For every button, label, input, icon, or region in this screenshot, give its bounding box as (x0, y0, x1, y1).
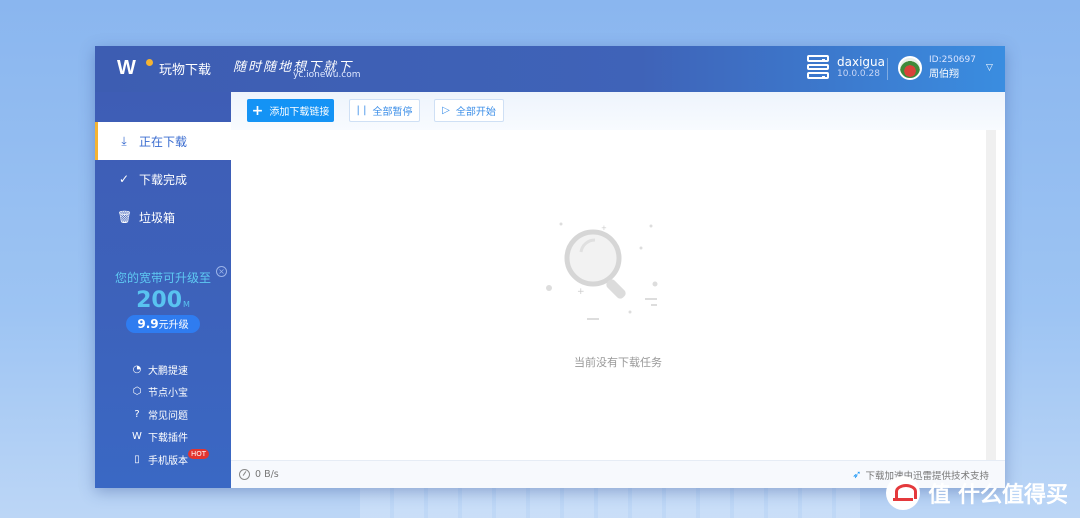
sidebar-item-completed[interactable]: ✓ 下载完成 (95, 160, 231, 198)
upgrade-promo[interactable]: × 您的宽带可升级至 200M 9.9元升级 (95, 266, 231, 333)
start-all-button[interactable]: ▷ 全部开始 (434, 99, 504, 122)
app-name: 玩物下载 (159, 62, 212, 78)
app-window: W 玩物下载 随时随地想下就下 yc.ionewu.com daxigua 10… (95, 46, 1005, 488)
logo-mark-icon: W (117, 58, 153, 78)
node-icon: ⬡ (132, 386, 142, 398)
question-icon: ? (134, 408, 140, 420)
speed-value: 0 B/s (255, 469, 279, 480)
download-icon: ⤓ (121, 133, 127, 148)
pause-icon: | | (356, 105, 367, 116)
sidebar-item-label: 下载完成 (139, 172, 188, 187)
link-label: 手机版本 (148, 455, 188, 467)
empty-search-illustration: + + (546, 222, 658, 320)
play-icon: ▷ (442, 105, 450, 116)
chevron-down-icon[interactable]: ▽ (986, 64, 996, 73)
toolbar: + 添加下载链接 | | 全部暂停 ▷ 全部开始 (231, 92, 1005, 130)
user-name: 周伯翔 (929, 69, 959, 80)
link-plugin[interactable]: W 下载插件 (131, 426, 188, 449)
promo-speed: 200M (136, 288, 190, 313)
start-all-label: 全部开始 (455, 107, 496, 118)
watermark-text: 值 什么值得买 (928, 483, 1068, 508)
device-name: daxigua (837, 55, 885, 69)
avatar (898, 55, 922, 80)
speedometer-icon (239, 469, 250, 480)
sidebar-item-trash[interactable]: 🗑 垃圾箱 (95, 198, 231, 236)
close-icon[interactable]: × (216, 266, 227, 277)
link-node[interactable]: ⬡ 节点小宝 (131, 381, 188, 404)
user-profile[interactable]: ID:250697 周伯翔 (898, 55, 976, 80)
device-selector[interactable]: daxigua 10.0.0.28 (807, 55, 885, 80)
user-id: ID:250697 (929, 55, 976, 65)
title-bar: W 玩物下载 随时随地想下就下 yc.ionewu.com daxigua 10… (95, 46, 1005, 92)
sidebar-nav: ⤓ 正在下载 ✓ 下载完成 🗑 垃圾箱 (95, 122, 231, 236)
svg-text:+: + (577, 287, 585, 297)
sidebar-item-label: 垃圾箱 (139, 210, 176, 225)
sidebar-links: ◔ 大鹏提速 ⬡ 节点小宝 ? 常见问题 W 下载插件 ▯ 手机版本 HOT (131, 358, 210, 471)
device-ip: 10.0.0.28 (837, 69, 880, 79)
empty-state-text: 当前没有下载任务 (574, 356, 662, 369)
speed-indicator: 0 B/s (239, 469, 279, 480)
server-icon (807, 55, 829, 80)
plus-icon: + (251, 102, 264, 119)
speed-up-icon: ◔ (132, 363, 142, 375)
smzdm-logo-icon (886, 476, 921, 510)
main-content: + 添加下载链接 | | 全部暂停 ▷ 全部开始 + + 当前没有下载任务 0 … (231, 92, 1005, 488)
add-link-button[interactable]: + 添加下载链接 (247, 99, 334, 122)
link-faq[interactable]: ? 常见问题 (131, 403, 188, 426)
link-label: 节点小宝 (148, 388, 188, 400)
link-speed-up[interactable]: ◔ 大鹏提速 (131, 358, 188, 381)
link-label: 大鹏提速 (148, 365, 188, 377)
hot-badge: HOT (188, 449, 210, 459)
pause-all-label: 全部暂停 (372, 107, 413, 118)
phone-icon: ▯ (134, 453, 140, 465)
scrollbar[interactable] (986, 130, 996, 460)
slogan-url: yc.ionewu.com (293, 70, 361, 80)
pause-all-button[interactable]: | | 全部暂停 (349, 99, 420, 122)
app-logo[interactable]: W 玩物下载 (117, 58, 211, 78)
sidebar-item-downloading[interactable]: ⤓ 正在下载 (95, 122, 231, 160)
upgrade-button[interactable]: 9.9元升级 (126, 315, 200, 333)
link-label: 下载插件 (148, 433, 188, 445)
watermark: 值 什么值得买 (886, 476, 1068, 510)
plugin-icon: W (132, 431, 142, 443)
add-link-label: 添加下载链接 (269, 107, 330, 118)
promo-title: 您的宽带可升级至 (114, 271, 211, 285)
link-mobile[interactable]: ▯ 手机版本 HOT (131, 448, 210, 471)
check-circle-icon: ✓ (118, 172, 130, 186)
sidebar-item-label: 正在下载 (139, 134, 188, 149)
divider (887, 58, 888, 80)
svg-text:+: + (601, 224, 607, 232)
trash-icon: 🗑 (117, 210, 133, 224)
thunder-bird-icon: ➶ (852, 468, 862, 481)
link-label: 常见问题 (148, 410, 188, 422)
